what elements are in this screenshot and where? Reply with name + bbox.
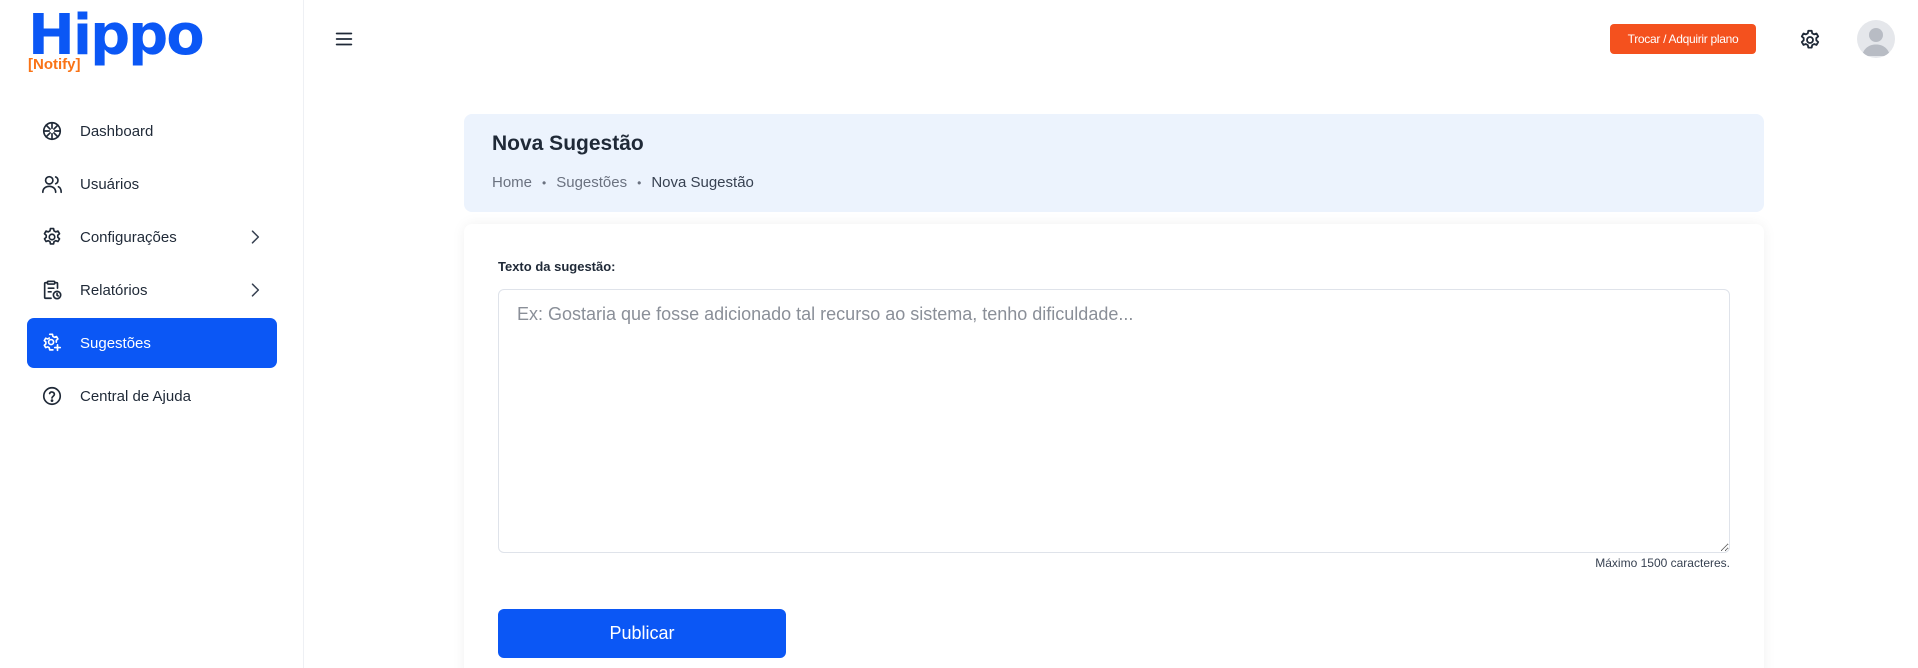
help-circle-icon [41,385,63,407]
user-avatar[interactable] [1857,20,1895,58]
breadcrumb-sugestoes[interactable]: Sugestões [556,174,627,191]
sidebar-item-usuarios[interactable]: Usuários [27,159,277,209]
sidebar-item-label: Relatórios [80,281,148,299]
sidebar-item-sugestoes[interactable]: Sugestões [27,318,277,368]
breadcrumb-current: Nova Sugestão [651,174,754,191]
breadcrumb: Home • Sugestões • Nova Sugestão [492,174,754,191]
user-avatar-icon [1862,28,1890,56]
change-plan-button[interactable]: Trocar / Adquirir plano [1610,24,1756,54]
sidebar-item-dashboard[interactable]: Dashboard [27,106,277,156]
chevron-right-icon [245,280,265,300]
sidebar-item-label: Sugestões [80,334,151,352]
sidebar-item-configuracoes[interactable]: Configurações [27,212,277,262]
breadcrumb-separator: • [542,175,547,190]
sidebar-item-central-de-ajuda[interactable]: Central de Ajuda [27,371,277,421]
hamburger-menu-icon[interactable] [333,28,355,50]
character-limit-hint: Máximo 1500 caracteres. [1595,556,1730,570]
gear-plus-icon [41,332,63,354]
sidebar-nav: Dashboard Usuários Configurações Relatór… [27,106,277,424]
chevron-right-icon [245,227,265,247]
brand-logo[interactable]: Hippo [Notify] [28,4,208,76]
brand-sub: [Notify] [28,56,81,73]
sidebar-item-label: Central de Ajuda [80,387,191,405]
sidebar: Hippo [Notify] Dashboard Usuários Config… [0,0,304,668]
page-header: Nova Sugestão Home • Sugestões • Nova Su… [464,114,1764,212]
suggestion-form: Texto da sugestão: Máximo 1500 caractere… [464,224,1764,668]
users-icon [41,173,63,195]
publish-button[interactable]: Publicar [498,609,786,658]
sidebar-item-label: Dashboard [80,122,154,140]
sidebar-item-label: Usuários [80,175,140,193]
suggestion-text-input[interactable] [498,289,1730,553]
sidebar-item-label: Configurações [80,228,177,246]
breadcrumb-home[interactable]: Home [492,174,532,191]
page-title: Nova Sugestão [492,132,644,155]
gear-icon [41,226,63,248]
suggestion-text-label: Texto da sugestão: [498,259,616,274]
dashboard-icon [41,120,63,142]
sidebar-item-relatorios[interactable]: Relatórios [27,265,277,315]
breadcrumb-separator: • [637,175,642,190]
clipboard-clock-icon [41,279,63,301]
settings-gear-icon[interactable] [1798,28,1822,52]
